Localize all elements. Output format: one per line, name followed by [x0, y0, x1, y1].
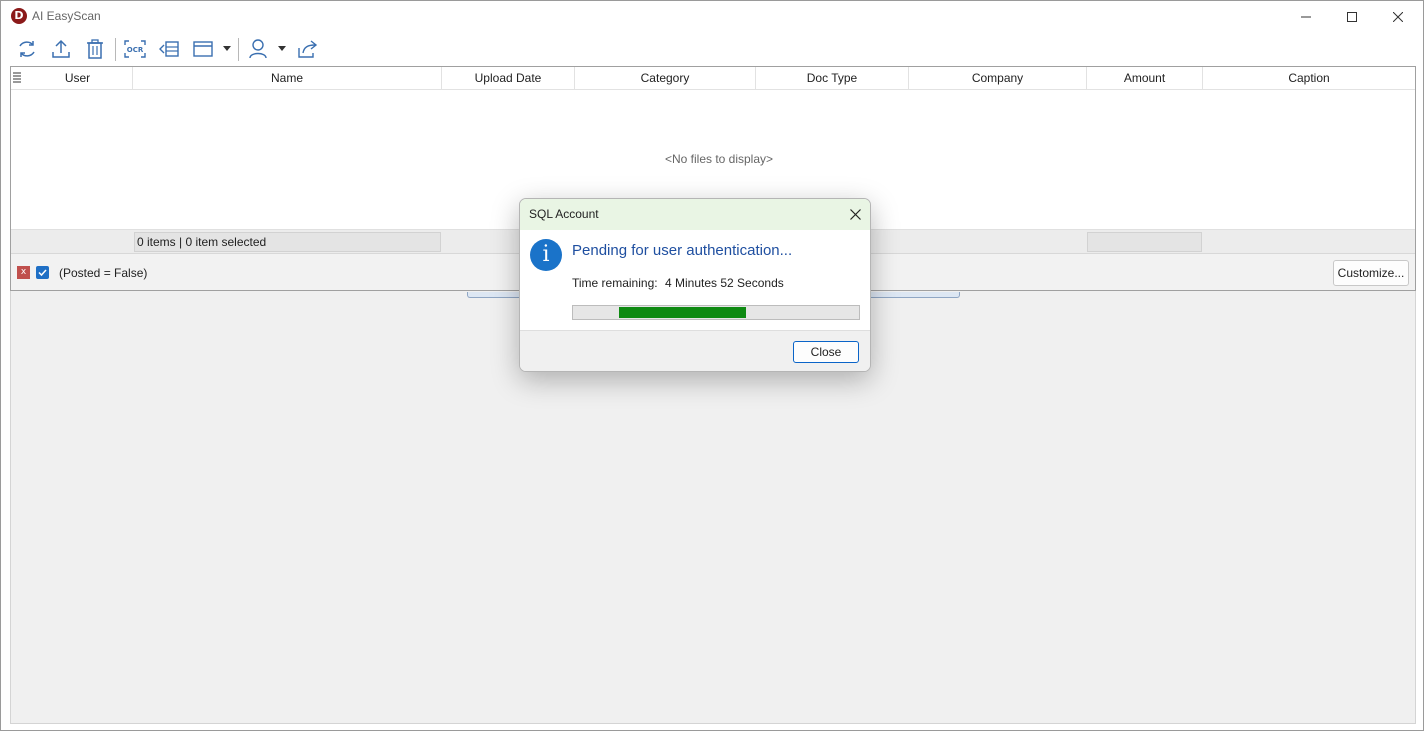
maximize-button[interactable] — [1329, 1, 1375, 32]
info-icon: i — [530, 239, 562, 271]
dialog-close-x-button[interactable] — [846, 205, 864, 223]
column-header-name[interactable]: Name — [133, 67, 442, 90]
move-to-list-button[interactable] — [155, 35, 183, 63]
column-chooser-button[interactable] — [12, 71, 22, 83]
app-logo-icon: D — [11, 8, 27, 24]
maximize-icon — [1347, 11, 1357, 22]
ocr-icon: OCR — [124, 40, 146, 58]
delete-icon — [87, 39, 103, 59]
ocr-button[interactable]: OCR — [121, 35, 149, 63]
dialog-title: SQL Account — [529, 207, 599, 221]
progress-bar — [572, 305, 860, 320]
time-remaining-value: 4 Minutes 52 Seconds — [665, 276, 784, 290]
user-icon — [249, 39, 267, 59]
chevron-down-icon — [223, 46, 231, 51]
column-header-caption[interactable]: Caption — [1203, 67, 1415, 90]
column-header-upload-date[interactable]: Upload Date — [442, 67, 575, 90]
checkmark-icon — [38, 269, 47, 277]
column-header-category[interactable]: Category — [575, 67, 756, 90]
minimize-icon — [1301, 16, 1311, 17]
upload-icon — [52, 39, 70, 58]
minimize-button[interactable] — [1283, 1, 1329, 32]
title-bar: D AI EasyScan — [1, 1, 1423, 32]
layout-dropdown-button[interactable] — [221, 35, 233, 63]
column-chooser-icon — [13, 72, 21, 83]
dialog-title-bar: SQL Account — [520, 199, 870, 230]
upload-button[interactable] — [47, 35, 75, 63]
close-button[interactable]: Close — [793, 341, 859, 363]
close-icon — [1393, 11, 1403, 22]
close-window-button[interactable] — [1375, 1, 1421, 32]
chevron-down-icon — [278, 46, 286, 51]
column-header-doc-type[interactable]: Doc Type — [756, 67, 909, 90]
user-dropdown-button[interactable] — [276, 35, 288, 63]
app-window: D AI EasyScan OCR User Name Upload Date … — [0, 0, 1424, 731]
share-button[interactable] — [294, 35, 322, 63]
toolbar-separator — [115, 38, 116, 61]
window-title: AI EasyScan — [32, 9, 101, 23]
amount-summary-cell — [1087, 232, 1202, 252]
layout-icon — [193, 41, 213, 57]
delete-button[interactable] — [81, 35, 109, 63]
column-header-company[interactable]: Company — [909, 67, 1087, 90]
user-button[interactable] — [244, 35, 272, 63]
sql-account-dialog: SQL Account i Pending for user authentic… — [519, 198, 871, 372]
column-header-user[interactable]: User — [23, 67, 133, 90]
empty-grid-message: <No files to display> — [664, 152, 774, 166]
refresh-icon — [19, 41, 35, 57]
toolbar-separator — [238, 38, 239, 61]
close-icon — [849, 208, 861, 220]
clear-filter-button[interactable]: x — [17, 266, 30, 279]
move-to-list-icon — [159, 41, 179, 57]
refresh-button[interactable] — [13, 35, 41, 63]
ocr-label: OCR — [127, 46, 144, 54]
dialog-button-row: Close — [520, 330, 870, 371]
column-header-amount[interactable]: Amount — [1087, 67, 1203, 90]
toolbar: OCR — [11, 35, 411, 63]
grid-header: User Name Upload Date Category Doc Type … — [11, 67, 1415, 90]
item-count-summary: 0 items | 0 item selected — [134, 232, 441, 252]
dialog-message: Pending for user authentication... — [572, 242, 793, 259]
layout-button[interactable] — [189, 35, 217, 63]
filter-expression[interactable]: (Posted = False) — [59, 266, 147, 280]
share-icon — [298, 40, 318, 58]
time-remaining-label: Time remaining: — [572, 276, 658, 290]
progress-bar-fill — [619, 307, 746, 318]
filter-enabled-checkbox[interactable] — [36, 266, 49, 279]
customize-button[interactable]: Customize... — [1333, 260, 1409, 286]
